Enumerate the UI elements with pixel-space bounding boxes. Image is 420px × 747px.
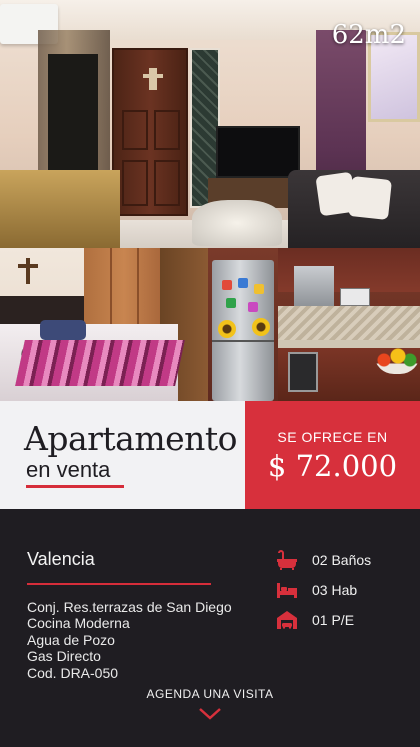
feature-text: 01 P/E bbox=[312, 612, 355, 628]
info-section: Valencia Conj. Res.terrazas de San Diego… bbox=[0, 509, 420, 747]
television bbox=[216, 126, 300, 178]
sunflower-magnet bbox=[252, 318, 270, 336]
listing-subtitle: en venta bbox=[26, 457, 111, 482]
door-panel bbox=[122, 160, 148, 206]
feature-text: 03 Hab bbox=[312, 582, 358, 598]
kitchen-photo bbox=[208, 248, 420, 401]
crucifix-icon bbox=[18, 258, 38, 284]
features-list: 02 Baños 03 Hab 01 P/E bbox=[276, 545, 371, 635]
refrigerator bbox=[212, 260, 274, 401]
bathtub-icon bbox=[276, 550, 298, 570]
feature-item: 02 Baños bbox=[276, 545, 371, 575]
countertop bbox=[278, 340, 420, 348]
feature-item: 01 P/E bbox=[276, 605, 371, 635]
coffee-table bbox=[192, 200, 282, 246]
garage-icon bbox=[276, 610, 298, 630]
front-door bbox=[112, 48, 188, 216]
living-room-photo: 62m2 bbox=[0, 0, 420, 248]
range-hood bbox=[294, 266, 334, 306]
bedroom-photo bbox=[0, 248, 208, 401]
fridge-magnet bbox=[222, 280, 232, 290]
bed-blanket bbox=[15, 340, 185, 386]
chevron-down-icon[interactable] bbox=[198, 707, 222, 721]
door-panel bbox=[154, 110, 180, 150]
sofa bbox=[288, 170, 420, 248]
fridge-magnet bbox=[226, 298, 236, 308]
sofa-pillow bbox=[348, 176, 392, 220]
cross-decoration bbox=[143, 68, 163, 90]
detail-item: Cod. DRA-050 bbox=[27, 664, 119, 681]
title-underline bbox=[26, 485, 124, 488]
price-box: SE OFRECE EN $ 72.000 bbox=[245, 401, 420, 509]
detail-item: Agua de Pozo bbox=[27, 631, 115, 648]
size-badge: 62m2 bbox=[331, 20, 406, 50]
bed-pillow bbox=[40, 320, 86, 340]
oven bbox=[288, 352, 318, 392]
price-label: SE OFRECE EN bbox=[277, 429, 388, 445]
sunflower-magnet bbox=[218, 320, 236, 338]
city-divider bbox=[27, 583, 211, 585]
fridge-door-split bbox=[212, 340, 274, 342]
altar-table bbox=[0, 170, 120, 248]
fridge-magnet bbox=[238, 278, 248, 288]
fridge-magnet bbox=[254, 284, 264, 294]
bed-icon bbox=[276, 580, 298, 600]
detail-item: Conj. Res.terrazas de San Diego bbox=[27, 599, 232, 615]
microwave bbox=[340, 288, 370, 306]
detail-item: Gas Directo bbox=[27, 648, 101, 665]
schedule-visit-link[interactable]: AGENDA UNA VISITA bbox=[0, 687, 420, 701]
price-value: $ 72.000 bbox=[267, 449, 398, 483]
listing-title: Apartamento bbox=[24, 419, 238, 458]
feature-text: 02 Baños bbox=[312, 552, 372, 568]
city-label: Valencia bbox=[27, 549, 95, 569]
details-list: Conj. Res.terrazas de San Diego Cocina M… bbox=[27, 599, 232, 681]
window bbox=[48, 54, 98, 184]
door-panel bbox=[154, 160, 180, 206]
feature-item: 03 Hab bbox=[276, 575, 371, 605]
backsplash bbox=[278, 306, 420, 342]
detail-item: Cocina Moderna bbox=[27, 615, 130, 632]
title-box: Apartamento en venta bbox=[0, 401, 245, 509]
fridge-magnet bbox=[248, 302, 258, 312]
door-panel bbox=[122, 110, 148, 150]
